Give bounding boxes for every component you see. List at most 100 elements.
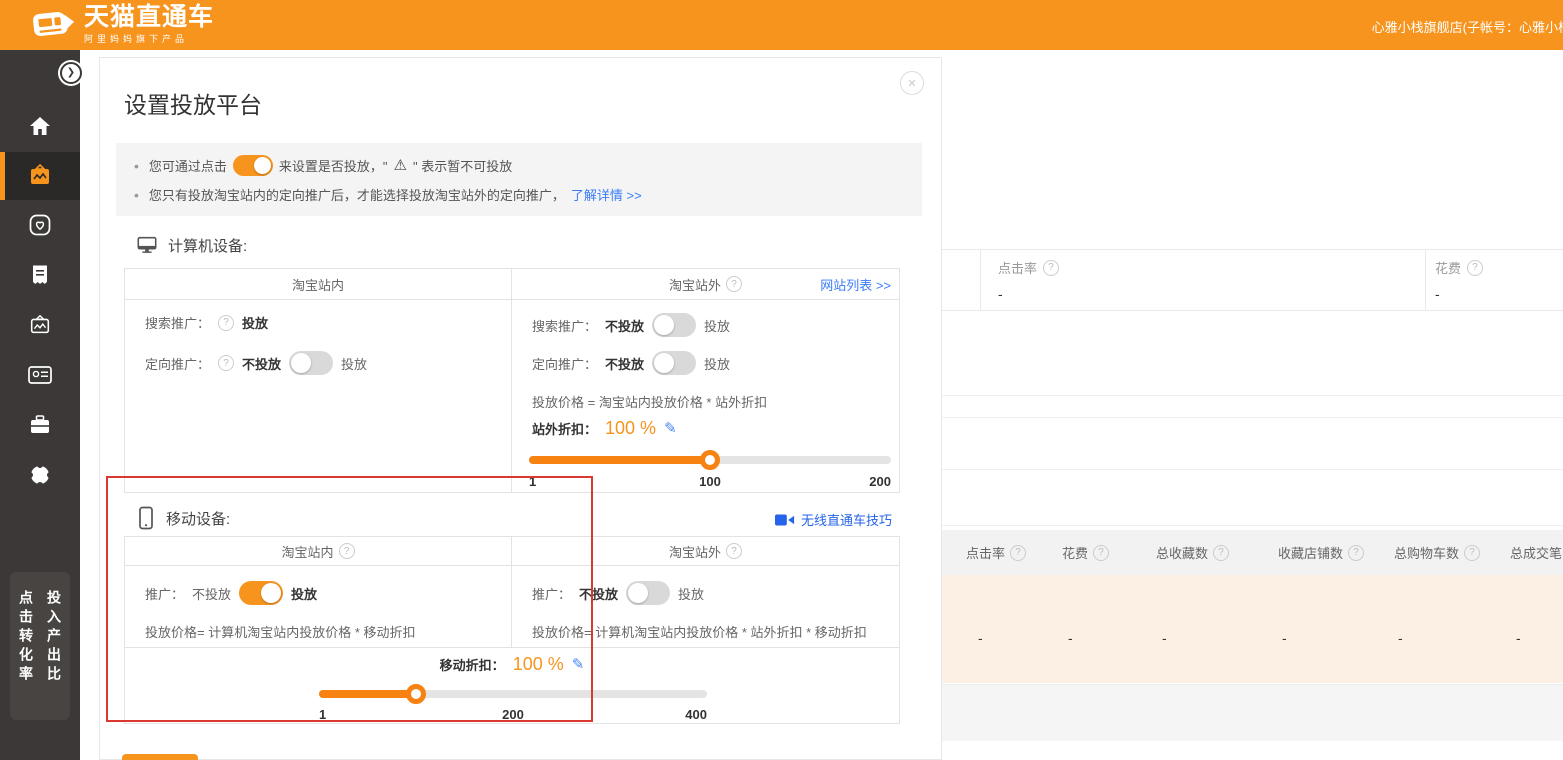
cell-value: - [1282, 630, 1287, 646]
sidebar-item-campaigns-active[interactable] [0, 152, 80, 200]
target-promo-label: 定向推广： [532, 354, 597, 373]
learn-more-link[interactable]: 了解详情 >> [571, 185, 642, 204]
cell-value: - [1398, 630, 1403, 646]
heart-icon [28, 213, 52, 237]
column-title: 淘宝站外 [669, 275, 721, 294]
mobile-outer-cell: 推广： 不投放 投放 投放价格= 计算机淘宝站内投放价格 * 站外折扣 * 移动… [512, 566, 899, 647]
column-header: 总成交笔 [1510, 543, 1562, 562]
app-logo[interactable]: 天猫直通车 阿里妈妈旗下产品 [30, 3, 214, 45]
mobile-outer-promo-toggle[interactable] [626, 581, 670, 605]
outer-discount-slider[interactable] [529, 456, 891, 464]
divider [942, 525, 1563, 526]
sidebar-item-home[interactable] [0, 102, 80, 150]
sidebar-item-account-card[interactable] [0, 351, 80, 399]
column-title: 淘宝站内 [292, 275, 344, 294]
stat-value: - [1435, 286, 1483, 302]
bullet-dot: • [134, 187, 139, 203]
site-list-link[interactable]: 网站列表 >> [820, 275, 891, 294]
briefcase-icon [28, 413, 52, 437]
help-icon[interactable]: ? [1010, 545, 1026, 561]
mobile-discount-line: 移动折扣： 100 % ✎ [125, 654, 899, 675]
mobile-discount-value: 100 % [513, 654, 564, 675]
table-row[interactable]: - - - - - - [942, 575, 1563, 683]
sidebar-item-reports[interactable] [0, 251, 80, 299]
help-icon[interactable]: ? [218, 355, 234, 371]
computer-outer-cell: 搜索推广： 不投放 投放 定向推广： 不投放 投放 投放价格 = 淘宝站内投放价… [512, 300, 899, 493]
help-icon[interactable]: ? [1464, 545, 1480, 561]
account-name[interactable]: 心雅小栈旗舰店(子帐号：心雅小栈 [1372, 17, 1563, 36]
edit-pencil-icon[interactable]: ✎ [572, 657, 585, 672]
state-on-label: 投放 [704, 354, 730, 373]
wireless-tips-label: 无线直通车技巧 [801, 510, 892, 529]
slider-ticks: 1 100 200 [529, 474, 891, 489]
cell-value: - [1516, 630, 1521, 646]
sidebar-item-tools[interactable] [0, 401, 80, 449]
metric-label-roi: 投入产出比 [45, 590, 63, 720]
help-icon[interactable]: ? [726, 543, 742, 559]
community-icon [27, 462, 53, 488]
video-camera-icon [775, 513, 795, 527]
state-off-label: 不投放 [605, 316, 644, 335]
picture-frame-icon [28, 313, 52, 337]
computer-section-header: 计算机设备: [136, 234, 247, 256]
save-button[interactable] [122, 754, 198, 760]
sidebar-item-creative[interactable] [0, 301, 80, 349]
computer-inner-target-toggle[interactable] [289, 351, 333, 375]
help-icon[interactable]: ? [1213, 545, 1229, 561]
mobile-inner-column-header: 淘宝站内 ? [125, 537, 512, 565]
help-icon[interactable]: ? [1093, 545, 1109, 561]
mobile-discount-slider[interactable] [319, 690, 707, 698]
mobile-outer-column-header: 淘宝站外 ? [512, 537, 899, 565]
help-icon[interactable]: ? [1043, 260, 1059, 276]
divider [942, 417, 1563, 418]
computer-outer-target-toggle[interactable] [652, 351, 696, 375]
computer-outer-column-header: 淘宝站外 ? 网站列表 >> [512, 269, 899, 299]
sidebar-item-favorites[interactable] [0, 201, 80, 249]
wireless-tips-link[interactable]: 无线直通车技巧 [775, 510, 892, 529]
close-icon[interactable]: ✕ [900, 71, 924, 95]
mobile-inner-promo-toggle[interactable] [239, 581, 283, 605]
column-header: 收藏店铺数 [1278, 543, 1343, 562]
slider-knob[interactable] [700, 450, 720, 470]
table-row-empty [942, 684, 1563, 741]
help-icon[interactable]: ? [1348, 545, 1364, 561]
help-icon[interactable]: ? [218, 315, 234, 331]
mobile-section-header: 移动设备: [136, 506, 230, 530]
help-icon[interactable]: ? [726, 276, 742, 292]
sidebar-expand-button[interactable]: ❯ [58, 60, 84, 86]
edit-pencil-icon[interactable]: ✎ [664, 421, 677, 436]
top-bar: 天猫直通车 阿里妈妈旗下产品 心雅小栈旗舰店(子帐号：心雅小栈 [0, 0, 1563, 50]
help-icon[interactable]: ? [339, 543, 355, 559]
help-icon[interactable]: ? [1467, 260, 1483, 276]
stat-card-cost: 花费? - [1435, 258, 1483, 302]
divider [1425, 249, 1426, 310]
background-table-header: 点击率? 花费? 总收藏数? 收藏店铺数? 总购物车数? 总成交笔? [942, 530, 1563, 575]
column-title: 淘宝站外 [669, 542, 721, 561]
section-title: 计算机设备: [168, 235, 247, 256]
cell-value: - [1068, 630, 1073, 646]
tip-text: " 表示暂不可投放 [413, 156, 512, 175]
metric-label-ctr: 点击转化率 [17, 590, 35, 720]
tip-text: 来设置是否投放，" [279, 156, 388, 175]
computer-outer-search-toggle[interactable] [652, 313, 696, 337]
state-on-label: 投放 [242, 313, 268, 332]
cell-value: - [978, 630, 983, 646]
column-header: 总购物车数 [1394, 543, 1459, 562]
set-platform-dialog: 设置投放平台 ✕ • 您可通过点击 来设置是否投放，" ⚠ " 表示暂不可投放 … [99, 57, 942, 760]
search-promo-label: 搜索推广： [532, 316, 597, 335]
tick-mid: 100 [699, 474, 721, 489]
column-header: 花费 [1062, 543, 1088, 562]
state-on-label: 投放 [291, 584, 317, 603]
slider-knob[interactable] [406, 684, 426, 704]
state-off-label: 不投放 [192, 584, 231, 603]
computer-inner-column-header: 淘宝站内 [125, 269, 512, 299]
computer-inner-cell: 搜索推广： ? 投放 定向推广： ? 不投放 投放 [125, 300, 512, 493]
sidebar-item-community[interactable] [0, 451, 80, 499]
sidebar-metrics-panel[interactable]: 点击转化率 投入产出比 [10, 572, 70, 720]
app-subtitle: 阿里妈妈旗下产品 [84, 32, 214, 45]
tick-min: 1 [529, 474, 536, 489]
stat-label: 点击率 [998, 258, 1037, 277]
section-title: 移动设备: [166, 508, 230, 529]
mobile-inner-cell: 推广： 不投放 投放 投放价格= 计算机淘宝站内投放价格 * 移动折扣 [125, 566, 512, 647]
tick-max: 200 [869, 474, 891, 489]
